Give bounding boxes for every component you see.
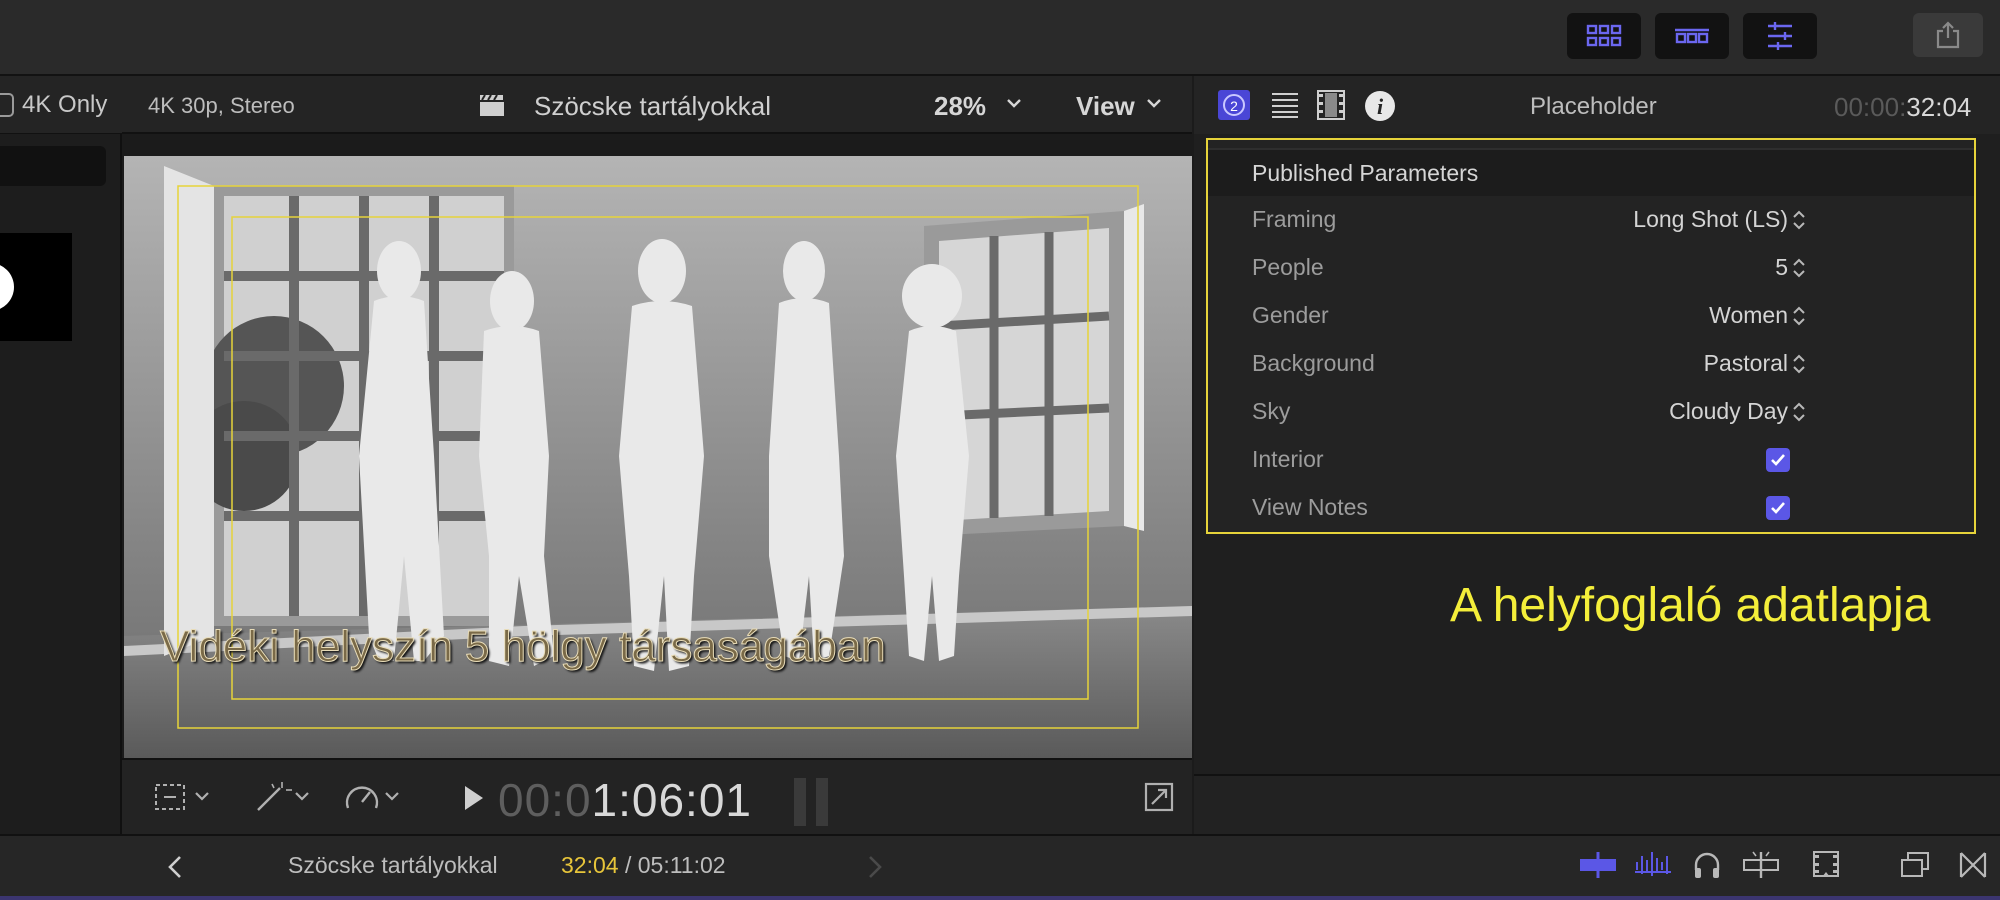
four-k-label: 4K Only: [22, 90, 108, 118]
left-window: [164, 166, 514, 656]
checkmark-icon: [1771, 454, 1785, 466]
timeline-index-button[interactable]: [1655, 13, 1729, 59]
library-browser-button[interactable]: [1567, 13, 1641, 59]
background-popup[interactable]: Pastoral: [1704, 350, 1788, 377]
play-icon[interactable]: [462, 784, 486, 812]
param-row-view-notes: View Notes: [1208, 484, 1974, 532]
top-toolbar: [0, 0, 2000, 76]
view-chevron-down-icon[interactable]: [1146, 94, 1162, 114]
four-k-checkbox[interactable]: [0, 92, 14, 117]
checkmark-icon: [1771, 502, 1785, 514]
timecode-bright-part: 1:06:01: [591, 774, 753, 826]
timeline-header: Szöcske tartályokkal 32:04 / 05:11:02: [0, 834, 2000, 896]
published-parameters-panel: Published Parameters Framing Long Shot (…: [1206, 138, 1976, 534]
view-menu[interactable]: View: [1076, 91, 1135, 122]
zoom-chevron-down-icon[interactable]: [1006, 94, 1022, 114]
window-overlap-icon[interactable]: [1900, 850, 1930, 880]
param-label: Sky: [1252, 398, 1291, 424]
timeline-current-duration: 32:04: [561, 852, 619, 878]
published-parameters-header[interactable]: Published Parameters: [1208, 148, 1974, 196]
format-label: 4K 30p, Stereo: [148, 93, 295, 118]
inspector-duration-bright: 32:04: [1906, 92, 1972, 122]
viewer-timecode[interactable]: 00:01:06:01: [498, 773, 752, 827]
param-row-sky: Sky Cloudy Day: [1208, 388, 1974, 436]
param-row-background: Background Pastoral: [1208, 340, 1974, 388]
generator-inspector-tab-icon[interactable]: 2: [1218, 90, 1250, 120]
param-label: Interior: [1252, 446, 1324, 472]
updown-chevron-icon[interactable]: [1792, 400, 1806, 424]
info-inspector-tab-icon[interactable]: i: [1364, 90, 1396, 122]
video-inspector-tab-icon[interactable]: [1316, 90, 1346, 120]
transitions-browser-icon[interactable]: [1958, 850, 1988, 880]
browser-clip-thumbnail[interactable]: [0, 233, 72, 341]
published-parameters-title: Published Parameters: [1252, 160, 1479, 186]
clip-appearance-icon[interactable]: [1812, 850, 1840, 880]
retime-menu-icon[interactable]: [342, 780, 408, 814]
people-popup[interactable]: 5: [1775, 254, 1788, 281]
timecode-dim-part: 00:0: [498, 774, 592, 826]
sky-popup[interactable]: Cloudy Day: [1669, 398, 1788, 425]
video-frame: Vidéki helyszín 5 hölgy társaságában: [124, 156, 1192, 758]
bottom-accent-line: [0, 896, 2000, 900]
share-button[interactable]: [1913, 13, 1983, 57]
share-icon: [1936, 21, 1960, 49]
video-title-caption: Vidéki helyszín 5 hölgy társaságában: [160, 622, 887, 672]
four-k-filter[interactable]: 4K Only: [0, 76, 122, 134]
skimming-icon[interactable]: [1742, 850, 1780, 880]
timeline-duration-separator: /: [618, 852, 638, 878]
viewer-header: 4K 30p, Stereo Szöcske tartályokkal 28% …: [122, 76, 1192, 134]
inspector-header: 2 i Placeholder 00:00:32:04: [1194, 76, 2000, 134]
view-notes-checkbox[interactable]: [1766, 496, 1790, 520]
inspector-duration: 00:00:32:04: [1834, 92, 1971, 123]
fullscreen-icon[interactable]: [1144, 782, 1174, 812]
updown-chevron-icon[interactable]: [1792, 304, 1806, 328]
inspector-title: Placeholder: [1530, 93, 1657, 120]
transform-menu-icon[interactable]: [152, 780, 218, 814]
svg-text:2: 2: [1230, 98, 1238, 114]
param-label: Background: [1252, 350, 1375, 376]
viewer-clip-title: Szöcske tartályokkal: [534, 91, 771, 121]
updown-chevron-icon[interactable]: [1792, 352, 1806, 376]
inspector-footer: [1194, 774, 2000, 834]
audio-meter-icon: [794, 778, 828, 826]
param-label: People: [1252, 254, 1324, 280]
timeline-duration: 32:04 / 05:11:02: [561, 852, 726, 879]
thumbnail-circle: [0, 263, 14, 311]
svg-text:i: i: [1377, 94, 1384, 119]
param-label: View Notes: [1252, 494, 1368, 520]
headphones-icon[interactable]: [1692, 850, 1722, 880]
inspector-duration-dim: 00:00:: [1834, 92, 1907, 122]
updown-chevron-icon[interactable]: [1792, 208, 1806, 232]
timeline-total-duration: 05:11:02: [637, 852, 726, 878]
viewer-controls: 00:01:06:01: [122, 758, 1192, 834]
interior-checkbox[interactable]: [1766, 448, 1790, 472]
forward-arrow-icon[interactable]: [866, 854, 884, 880]
param-label: Gender: [1252, 302, 1329, 328]
param-row-framing: Framing Long Shot (LS): [1208, 196, 1974, 244]
param-row-people: People 5: [1208, 244, 1974, 292]
updown-chevron-icon[interactable]: [1792, 256, 1806, 280]
library-browser-icon: [1586, 24, 1622, 47]
param-row-interior: Interior: [1208, 436, 1974, 484]
browser-search-field[interactable]: [0, 146, 106, 186]
viewer-canvas[interactable]: Vidéki helyszín 5 hölgy társaságában: [122, 136, 1192, 758]
param-row-gender: Gender Women: [1208, 292, 1974, 340]
back-arrow-icon[interactable]: [166, 854, 184, 880]
inspector-toggle-button[interactable]: [1743, 13, 1817, 59]
timeline-index-icon: [1675, 28, 1709, 44]
zoom-menu[interactable]: 28%: [934, 91, 986, 122]
inspector-toggle-icon: [1768, 22, 1792, 50]
browser-panel: 4K Only: [0, 76, 122, 834]
video-audio-clip-icon[interactable]: [1578, 850, 1618, 880]
audio-waveform-icon[interactable]: [1634, 850, 1672, 880]
enhancements-menu-icon[interactable]: [252, 780, 318, 814]
timeline-project-name: Szöcske tartályokkal: [288, 852, 498, 878]
annotation-text: A helyfoglaló adatlapja: [1450, 579, 1931, 632]
gender-popup[interactable]: Women: [1709, 302, 1788, 329]
inspector-body: Published Parameters Framing Long Shot (…: [1194, 134, 2000, 774]
framing-popup[interactable]: Long Shot (LS): [1633, 206, 1788, 233]
text-inspector-tab-icon[interactable]: [1270, 90, 1300, 120]
clapperboard-icon: [480, 94, 504, 116]
param-label: Framing: [1252, 206, 1337, 232]
